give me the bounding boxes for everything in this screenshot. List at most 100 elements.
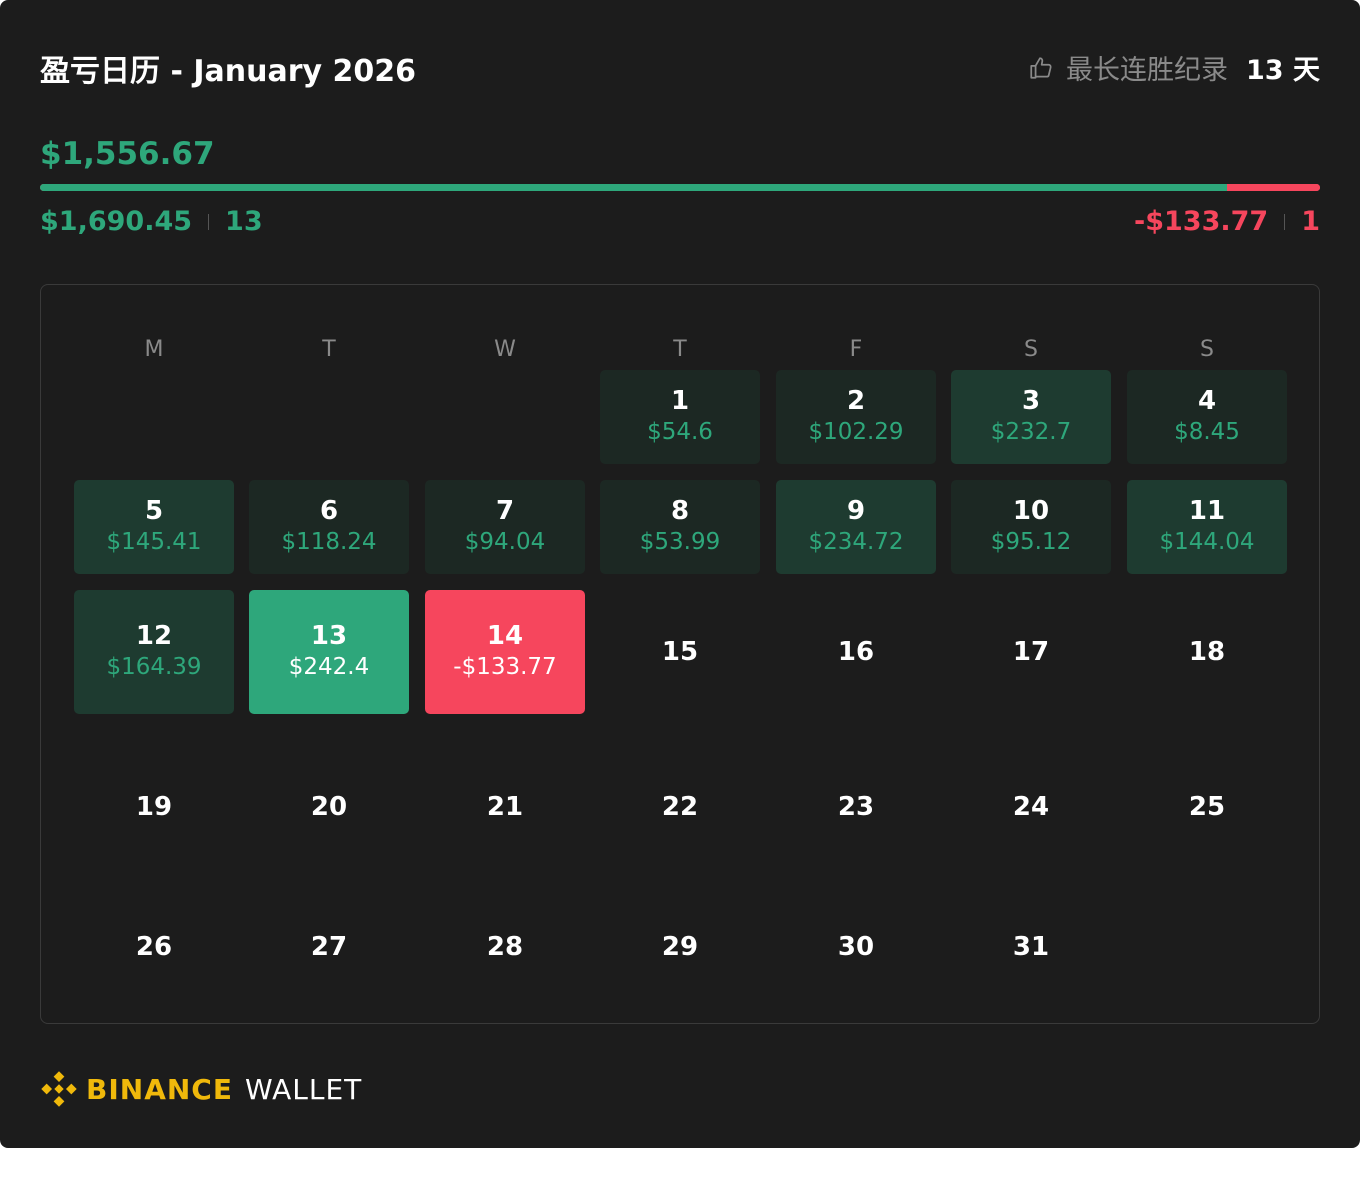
weekday-header: W bbox=[494, 337, 516, 362]
calendar-day[interactable]: 1 $54.6 bbox=[600, 370, 760, 464]
calendar-day[interactable]: 29 bbox=[600, 885, 760, 1009]
day-number: 20 bbox=[310, 792, 348, 822]
weekday-header: F bbox=[849, 337, 863, 362]
loss-total: -$133.77 bbox=[1134, 206, 1269, 237]
day-number: 22 bbox=[661, 792, 699, 822]
day-number: 15 bbox=[661, 637, 699, 667]
calendar-day[interactable]: 2 $102.29 bbox=[776, 370, 936, 464]
weekday-header: M bbox=[144, 337, 164, 362]
calendar-day[interactable]: 27 bbox=[249, 885, 409, 1009]
profit-total: $1,690.45 bbox=[40, 206, 193, 237]
calendar-day[interactable]: 6 $118.24 bbox=[249, 480, 409, 574]
calendar-day[interactable]: 11 $144.04 bbox=[1127, 480, 1287, 574]
day-pnl: $118.24 bbox=[281, 529, 377, 555]
day-number: 11 bbox=[1188, 496, 1226, 526]
calendar-day[interactable]: 19 bbox=[74, 745, 234, 869]
pnl-ratio-bar bbox=[40, 184, 1320, 191]
day-number: 31 bbox=[1012, 932, 1050, 962]
divider bbox=[1284, 213, 1286, 230]
day-number: 27 bbox=[310, 932, 348, 962]
day-pnl: $95.12 bbox=[990, 529, 1072, 555]
day-number: 29 bbox=[661, 932, 699, 962]
day-pnl: $54.6 bbox=[647, 419, 713, 445]
calendar-day[interactable]: 9 $234.72 bbox=[776, 480, 936, 574]
day-number: 28 bbox=[486, 932, 524, 962]
weekday-header: T bbox=[322, 337, 336, 362]
day-pnl: -$133.77 bbox=[453, 654, 557, 680]
day-number: 16 bbox=[837, 637, 875, 667]
divider bbox=[208, 213, 210, 230]
calendar-day[interactable]: 10 $95.12 bbox=[951, 480, 1111, 574]
calendar-day[interactable]: 15 bbox=[600, 590, 760, 714]
calendar-day[interactable]: 25 bbox=[1127, 745, 1287, 869]
calendar-day[interactable]: 26 bbox=[74, 885, 234, 1009]
binance-logo-icon bbox=[41, 1071, 77, 1107]
calendar-day[interactable]: 30 bbox=[776, 885, 936, 1009]
day-number: 9 bbox=[846, 496, 866, 526]
day-number: 17 bbox=[1012, 637, 1050, 667]
calendar-day[interactable]: 24 bbox=[951, 745, 1111, 869]
pnl-calendar-card: 盈亏日历 - January 2026 最长连胜纪录 13 天 $1,556.6… bbox=[0, 0, 1360, 1148]
weekday-header: S bbox=[1200, 337, 1214, 362]
product-name: WALLET bbox=[244, 1072, 363, 1106]
day-pnl: $8.45 bbox=[1174, 419, 1240, 445]
loss-days: 1 bbox=[1301, 206, 1320, 237]
day-pnl: $234.72 bbox=[808, 529, 904, 555]
loss-summary: -$133.77 1 bbox=[1134, 206, 1320, 237]
day-number: 21 bbox=[486, 792, 524, 822]
profit-days: 13 bbox=[225, 206, 263, 237]
calendar-day[interactable]: 3 $232.7 bbox=[951, 370, 1111, 464]
day-number: 19 bbox=[135, 792, 173, 822]
day-number: 13 bbox=[310, 621, 348, 651]
profit-bar-segment bbox=[40, 184, 1227, 191]
calendar-day[interactable]: 12 $164.39 bbox=[74, 590, 234, 714]
weekday-header: T bbox=[673, 337, 687, 362]
day-number: 12 bbox=[135, 621, 173, 651]
day-number: 10 bbox=[1012, 496, 1050, 526]
calendar-day[interactable]: 14 -$133.77 bbox=[425, 590, 585, 714]
calendar-day[interactable]: 18 bbox=[1127, 590, 1287, 714]
streak-label: 最长连胜纪录 bbox=[1066, 55, 1229, 86]
page-title: 盈亏日历 - January 2026 bbox=[40, 54, 416, 89]
day-number: 3 bbox=[1021, 386, 1041, 416]
calendar-day[interactable]: 16 bbox=[776, 590, 936, 714]
day-pnl: $164.39 bbox=[106, 654, 202, 680]
day-number: 14 bbox=[486, 621, 524, 651]
day-pnl: $94.04 bbox=[464, 529, 546, 555]
calendar-day[interactable]: 20 bbox=[249, 745, 409, 869]
calendar-day[interactable]: 7 $94.04 bbox=[425, 480, 585, 574]
calendar-day[interactable]: 21 bbox=[425, 745, 585, 869]
day-number: 4 bbox=[1197, 386, 1217, 416]
calendar-grid: M T W T F S S 1 $54.6 2 $102.29 3 $232.7 4 $8.4… bbox=[40, 284, 1320, 1024]
net-pnl: $1,556.67 bbox=[40, 136, 215, 172]
day-pnl: $145.41 bbox=[106, 529, 202, 555]
day-number: 1 bbox=[670, 386, 690, 416]
calendar-day[interactable]: 17 bbox=[951, 590, 1111, 714]
day-number: 5 bbox=[144, 496, 164, 526]
day-number: 30 bbox=[837, 932, 875, 962]
profit-summary: $1,690.45 13 bbox=[40, 206, 263, 237]
calendar-day[interactable]: 8 $53.99 bbox=[600, 480, 760, 574]
loss-bar-segment bbox=[1226, 184, 1320, 191]
calendar-day[interactable]: 23 bbox=[776, 745, 936, 869]
calendar-day[interactable]: 22 bbox=[600, 745, 760, 869]
calendar-day[interactable]: 28 bbox=[425, 885, 585, 1009]
day-number: 24 bbox=[1012, 792, 1050, 822]
day-number: 2 bbox=[846, 386, 866, 416]
calendar-day[interactable]: 31 bbox=[951, 885, 1111, 1009]
brand-name: BINANCE bbox=[86, 1072, 233, 1106]
calendar-day[interactable]: 5 $145.41 bbox=[74, 480, 234, 574]
calendar-day[interactable]: 13 $242.4 bbox=[249, 590, 409, 714]
calendar-day[interactable]: 4 $8.45 bbox=[1127, 370, 1287, 464]
day-number: 25 bbox=[1188, 792, 1226, 822]
day-number: 7 bbox=[495, 496, 515, 526]
day-pnl: $242.4 bbox=[288, 654, 370, 680]
weekday-header: S bbox=[1024, 337, 1038, 362]
day-number: 23 bbox=[837, 792, 875, 822]
thumbs-up-icon bbox=[1030, 56, 1052, 79]
day-pnl: $102.29 bbox=[808, 419, 904, 445]
day-pnl: $232.7 bbox=[990, 419, 1072, 445]
day-number: 26 bbox=[135, 932, 173, 962]
day-number: 8 bbox=[670, 496, 690, 526]
streak-value: 13 天 bbox=[1246, 55, 1320, 86]
